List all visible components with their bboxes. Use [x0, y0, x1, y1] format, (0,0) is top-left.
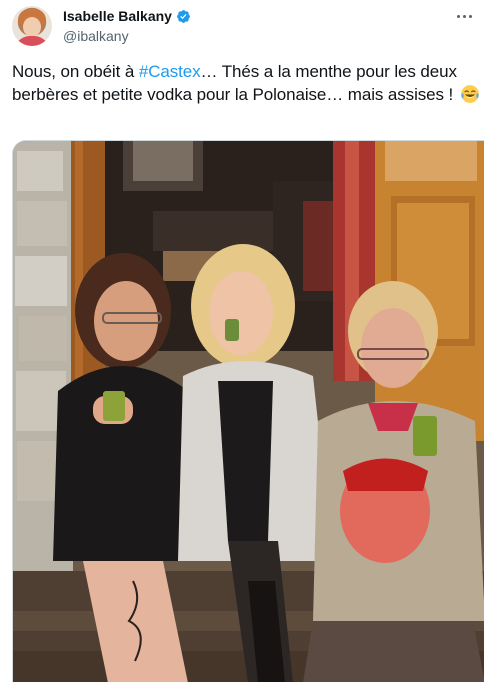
tweet-text: Nous, on obéit à #Castex… Thés a la ment… — [12, 60, 480, 106]
verified-badge-icon — [177, 10, 190, 23]
more-options-icon[interactable] — [454, 8, 474, 24]
name-row: Isabelle Balkany — [63, 7, 191, 26]
avatar[interactable] — [12, 6, 52, 46]
tweet: Isabelle Balkany @ibalkany Nous, on obéi… — [0, 0, 484, 682]
handle[interactable]: @ibalkany — [63, 27, 191, 46]
face-with-tears-of-joy-emoji-icon — [460, 85, 479, 103]
tweet-photo[interactable] — [12, 140, 484, 682]
tweet-text-before: Nous, on obéit à — [12, 62, 139, 81]
display-name[interactable]: Isabelle Balkany — [63, 7, 172, 26]
author-block: Isabelle Balkany @ibalkany — [63, 7, 191, 46]
hashtag-link[interactable]: #Castex — [139, 62, 201, 81]
photo-illustration — [13, 141, 484, 682]
